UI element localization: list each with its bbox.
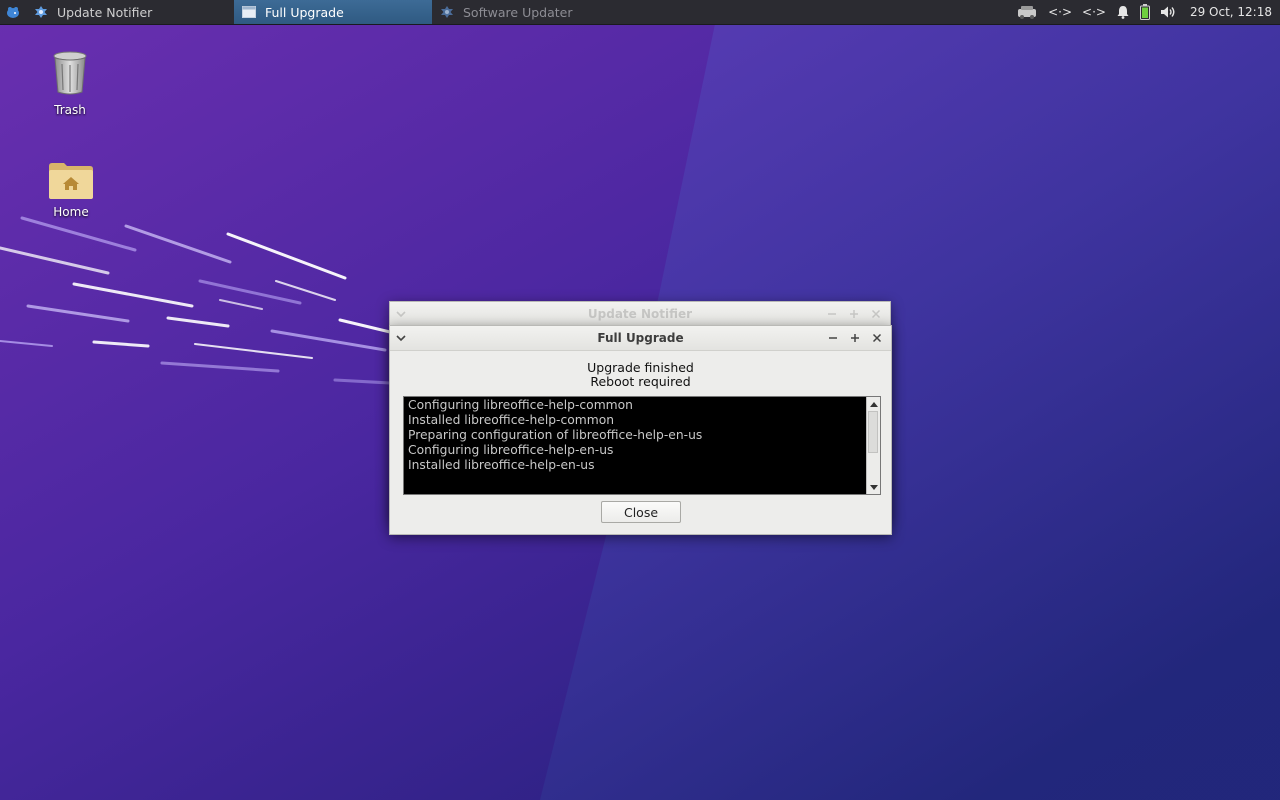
- window-title: Full Upgrade: [597, 331, 684, 345]
- titlebar[interactable]: Full Upgrade: [390, 326, 891, 351]
- clock[interactable]: 29 Oct, 12:18: [1190, 5, 1272, 19]
- minimize-button[interactable]: [822, 327, 844, 349]
- status-line-reboot: Reboot required: [590, 374, 691, 389]
- close-window-button[interactable]: [865, 303, 887, 325]
- update-available-icon[interactable]: [1016, 5, 1038, 19]
- arrow-up-icon: [869, 401, 878, 407]
- chevron-down-icon: [396, 335, 406, 342]
- close-icon: [871, 309, 881, 319]
- scroll-down-button[interactable]: [867, 481, 880, 494]
- notification-bell-icon[interactable]: [1116, 5, 1130, 19]
- window-menu-button[interactable]: [390, 327, 412, 349]
- network-secondary-icon[interactable]: <·>: [1082, 5, 1106, 19]
- scroll-up-button[interactable]: [867, 397, 880, 410]
- task-full-upgrade[interactable]: Full Upgrade: [234, 0, 432, 24]
- full-upgrade-dialog[interactable]: Full Upgrade Upgrade finished Reboot req…: [389, 325, 892, 535]
- window-icon: [242, 6, 256, 18]
- scroll-thumb[interactable]: [868, 411, 878, 453]
- log-line: Installed libreoffice-help-en-us: [408, 458, 595, 472]
- xfce-mouse-icon: [7, 7, 19, 18]
- log-line: Installed libreoffice-help-common: [408, 413, 615, 427]
- app-menu-button[interactable]: [0, 0, 26, 24]
- terminal-log[interactable]: Configuring libreoffice-help-common Inst…: [403, 396, 881, 495]
- battery-icon[interactable]: [1139, 4, 1150, 20]
- maximize-icon: [851, 334, 859, 342]
- system-tray: <·> <·> 29 Oct, 12:18: [1016, 0, 1280, 24]
- task-update-notifier[interactable]: Update Notifier: [26, 0, 234, 24]
- close-button[interactable]: Close: [601, 501, 681, 523]
- minimize-icon: [829, 337, 837, 339]
- minimize-icon: [828, 313, 836, 315]
- network-icon[interactable]: <·>: [1048, 5, 1072, 19]
- desktop-icon-label: Trash: [54, 103, 86, 117]
- updater-icon: [441, 6, 453, 18]
- titlebar[interactable]: Update Notifier: [390, 302, 890, 327]
- trash-icon: [53, 51, 87, 95]
- window-title: Update Notifier: [587, 307, 693, 321]
- arrow-down-icon: [869, 484, 878, 490]
- log-line: Preparing configuration of libreoffice-h…: [408, 428, 703, 442]
- log-line: Configuring libreoffice-help-common: [408, 398, 633, 412]
- close-window-button[interactable]: [866, 327, 888, 349]
- close-icon: [872, 333, 882, 343]
- maximize-button[interactable]: [844, 327, 866, 349]
- desktop-icon-trash[interactable]: Trash: [30, 48, 110, 117]
- vertical-scrollbar[interactable]: [866, 397, 880, 494]
- task-label: Software Updater: [463, 4, 573, 20]
- chevron-down-icon: [396, 311, 406, 318]
- status-line-finished: Upgrade finished: [587, 360, 694, 375]
- desktop-icon-home[interactable]: Home: [31, 160, 111, 219]
- volume-icon[interactable]: [1160, 5, 1176, 19]
- minimize-button[interactable]: [821, 303, 843, 325]
- status-message: Upgrade finished Reboot required: [390, 361, 891, 389]
- log-text[interactable]: Configuring libreoffice-help-common Inst…: [404, 397, 866, 494]
- window-menu-button[interactable]: [390, 303, 412, 325]
- maximize-button[interactable]: [843, 303, 865, 325]
- home-folder-icon: [49, 163, 93, 199]
- task-software-updater[interactable]: Software Updater: [432, 0, 632, 24]
- task-label: Update Notifier: [57, 4, 153, 20]
- maximize-icon: [850, 310, 858, 318]
- desktop-icon-label: Home: [53, 205, 89, 219]
- task-label: Full Upgrade: [265, 4, 344, 20]
- updater-icon: [35, 6, 47, 18]
- top-panel: Update Notifier Full Upgrade Software Up…: [0, 0, 1280, 25]
- log-line: Configuring libreoffice-help-en-us: [408, 443, 614, 457]
